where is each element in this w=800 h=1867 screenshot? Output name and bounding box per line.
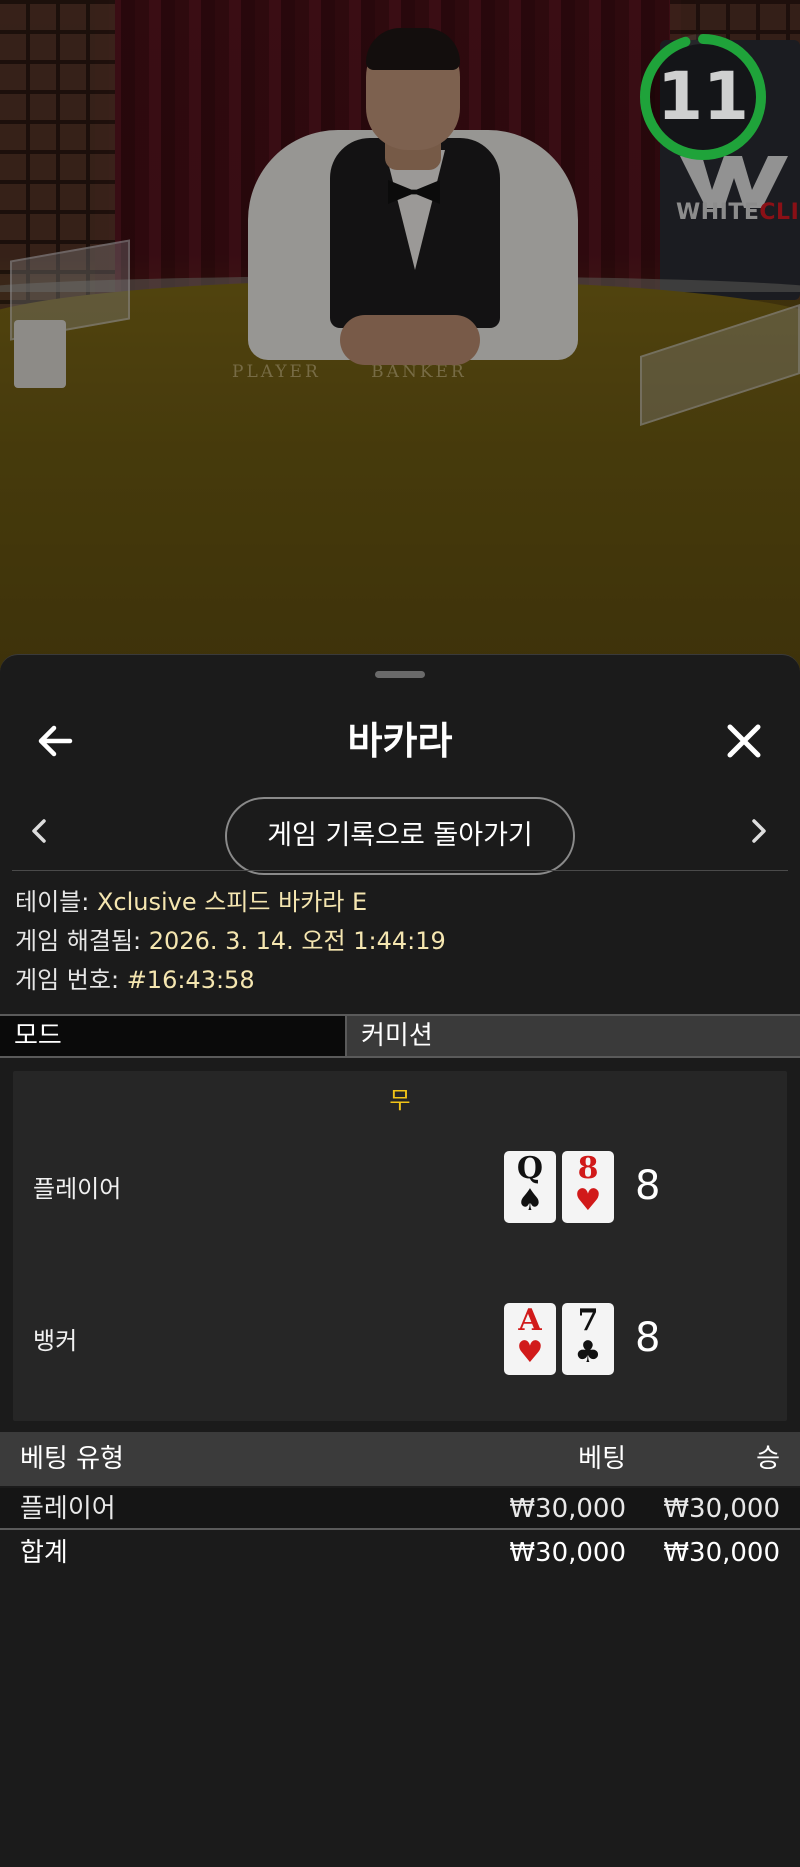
- game-number-value: #16:43:58: [126, 966, 255, 994]
- settled-info: 게임 해결됨: 2026. 3. 14. 오전 1:44:19: [15, 926, 446, 956]
- divider: [12, 870, 788, 871]
- total-bet-cell: ₩30,000: [509, 1538, 626, 1568]
- column-header-bet-type: 베팅 유형: [20, 1444, 124, 1474]
- playing-card: 7 ♣: [562, 1303, 614, 1375]
- total-row: 합계 ₩30,000 ₩30,000: [0, 1532, 800, 1574]
- game-number-info: 게임 번호: #16:43:58: [15, 965, 255, 995]
- back-arrow-icon[interactable]: [30, 715, 82, 767]
- total-label: 합계: [20, 1538, 68, 1568]
- banker-score: 8: [635, 1315, 661, 1361]
- banker-hand: 뱅커 A ♥ 7 ♣ 8: [13, 1303, 787, 1383]
- player-hand: 플레이어 Q ♠ 8 ♥ 8: [13, 1151, 787, 1231]
- table-value: Xclusive 스피드 바카라 E: [96, 888, 368, 916]
- win-amount-cell: ₩30,000: [663, 1494, 780, 1524]
- close-icon[interactable]: [716, 713, 772, 769]
- banker-hand-label: 뱅커: [33, 1327, 78, 1355]
- playing-card: A ♥: [504, 1303, 556, 1375]
- bets-table-header: 베팅 유형 베팅 승: [0, 1432, 800, 1486]
- player-score: 8: [635, 1163, 661, 1209]
- countdown-timer-value: 11: [657, 58, 749, 135]
- game-number-label: 게임 번호:: [15, 966, 120, 994]
- table-label: 테이블:: [15, 888, 90, 916]
- page-title: 바카라: [347, 719, 453, 763]
- playing-card: 8 ♥: [562, 1151, 614, 1223]
- chevron-left-icon[interactable]: [22, 813, 58, 849]
- chevron-right-icon[interactable]: [740, 813, 776, 849]
- round-navigation: 게임 기록으로 돌아가기: [0, 781, 800, 881]
- mode-label: 모드: [0, 1016, 345, 1056]
- settled-label: 게임 해결됨:: [15, 927, 142, 955]
- player-hand-label: 플레이어: [33, 1175, 122, 1203]
- column-header-bet: 베팅: [578, 1444, 626, 1474]
- column-header-win: 승: [756, 1444, 780, 1474]
- bet-type-cell: 플레이어: [20, 1494, 116, 1524]
- table-row: 플레이어 ₩30,000 ₩30,000: [0, 1488, 800, 1530]
- round-result-panel: 무 플레이어 Q ♠ 8 ♥ 8 뱅커 A ♥ 7 ♣ 8: [13, 1071, 787, 1421]
- bet-amount-cell: ₩30,000: [509, 1494, 626, 1524]
- outcome-label: 무: [389, 1088, 411, 1114]
- table-info: 테이블: Xclusive 스피드 바카라 E: [15, 887, 367, 917]
- sheet-header: 바카라: [0, 693, 800, 783]
- mode-value: 커미션: [345, 1016, 800, 1056]
- playing-card: Q ♠: [504, 1151, 556, 1223]
- settled-value: 2026. 3. 14. 오전 1:44:19: [148, 927, 446, 955]
- sheet-drag-handle[interactable]: [375, 671, 425, 678]
- total-win-cell: ₩30,000: [663, 1538, 780, 1568]
- return-to-history-button[interactable]: 게임 기록으로 돌아가기: [225, 797, 575, 875]
- mode-row: 모드 커미션: [0, 1014, 800, 1058]
